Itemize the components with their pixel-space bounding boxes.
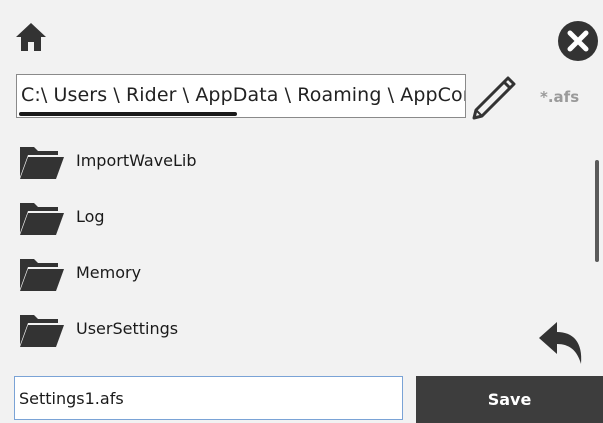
path-text: C:\ Users \ Rider \ AppData \ Roaming \ … (21, 84, 466, 106)
folder-item-memory[interactable]: Memory (18, 247, 558, 295)
close-button[interactable] (557, 20, 599, 62)
folder-label: UserSettings (76, 319, 179, 338)
folder-label: Log (76, 207, 105, 226)
path-scroll-indicator (19, 112, 237, 116)
edit-path-button[interactable] (468, 74, 518, 124)
close-circle-icon (558, 21, 598, 61)
save-button[interactable]: Save (416, 376, 603, 423)
filename-input[interactable] (14, 376, 403, 420)
folder-item-log[interactable]: Log (18, 191, 558, 239)
path-breadcrumb[interactable]: C:\ Users \ Rider \ AppData \ Roaming \ … (16, 74, 466, 118)
folder-icon (20, 147, 64, 179)
folder-item-importwavelib[interactable]: ImportWaveLib (18, 135, 558, 183)
home-button[interactable] (14, 20, 48, 54)
pencil-icon (472, 76, 516, 120)
folder-label: Memory (76, 263, 142, 282)
home-icon (16, 23, 46, 51)
folder-icon (20, 259, 64, 291)
undo-arrow-icon (539, 322, 582, 364)
folder-icon (20, 203, 64, 235)
folder-label: ImportWaveLib (76, 151, 197, 170)
back-button[interactable] (535, 320, 587, 366)
scrollbar-thumb[interactable] (595, 160, 599, 262)
folder-item-usersettings[interactable]: UserSettings (18, 303, 558, 351)
file-filter-label: *.afs (540, 88, 580, 106)
folder-icon (20, 315, 64, 347)
